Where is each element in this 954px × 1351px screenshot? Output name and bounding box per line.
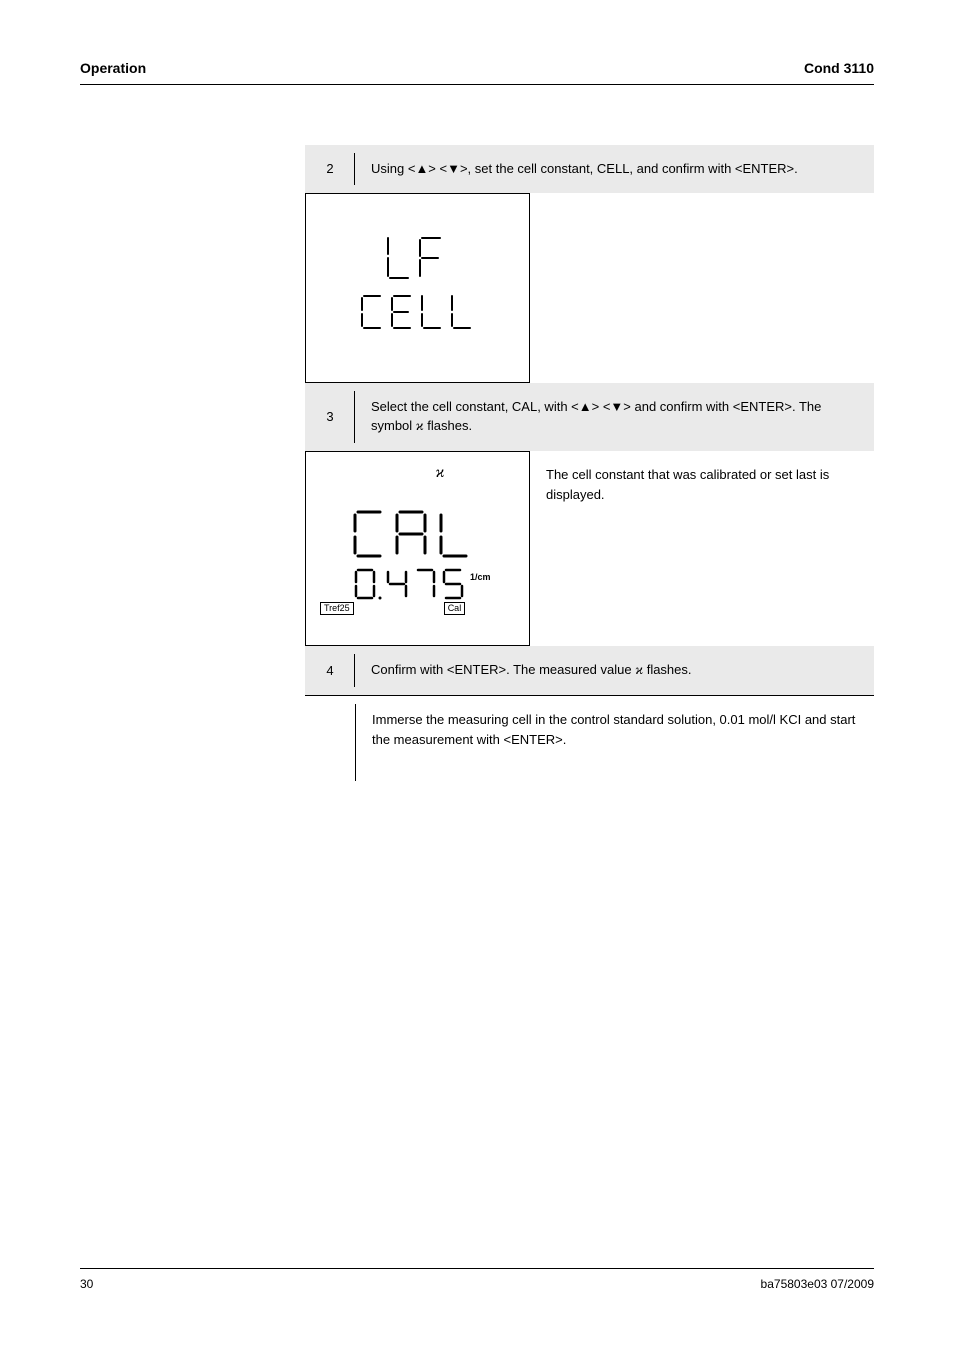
step-3-row: 3 Select the cell constant, CAL, with <▲… bbox=[305, 383, 874, 452]
cal-badge: Cal bbox=[444, 602, 466, 615]
badge-row: Tref25 Cal bbox=[320, 602, 465, 615]
display-1-row: LF CELL bbox=[305, 193, 874, 383]
step-number: 2 bbox=[305, 145, 355, 193]
footer-doc-id: ba75803e03 07/2009 bbox=[761, 1277, 874, 1291]
lcd-display-2: ϰ bbox=[305, 451, 530, 646]
page-header: Operation Cond 3110 bbox=[80, 60, 874, 85]
step-number: 4 bbox=[305, 646, 355, 695]
header-product-name: Cond 3110 bbox=[804, 60, 874, 76]
step-number: 3 bbox=[305, 383, 355, 452]
step-4-row: 4 Confirm with <ENTER>. The measured val… bbox=[305, 646, 874, 695]
kappa-symbol: ϰ bbox=[635, 663, 643, 678]
final-separator bbox=[355, 696, 356, 789]
step-2-row: 2 Using <▲> <▼>, set the cell constant, … bbox=[305, 145, 874, 193]
step-number-text: 3 bbox=[326, 409, 333, 424]
step-3-text-after: flashes. bbox=[427, 418, 472, 433]
final-instruction-block: Immerse the measuring cell in the contro… bbox=[305, 695, 874, 789]
step-4-text-before: Confirm with <ENTER>. The measured value bbox=[371, 662, 635, 677]
display-2-row: ϰ bbox=[305, 451, 874, 646]
unit-label: 1/cm bbox=[470, 572, 491, 582]
step-number-text: 4 bbox=[326, 663, 333, 678]
step-3-text: Select the cell constant, CAL, with <▲> … bbox=[355, 383, 874, 452]
step-4-text-after: flashes. bbox=[647, 662, 692, 677]
kappa-symbol: ϰ bbox=[416, 419, 424, 434]
display-2-side-text: The cell constant that was calibrated or… bbox=[530, 451, 874, 646]
display-1-side bbox=[530, 193, 874, 383]
final-instruction-text: Immerse the measuring cell in the contro… bbox=[356, 696, 874, 789]
lcd-cal-graphic: 1/cm bbox=[328, 504, 508, 614]
footer-page-number: 30 bbox=[80, 1277, 93, 1291]
step-2-text: Using <▲> <▼>, set the cell constant, CE… bbox=[355, 145, 874, 193]
lcd-display-1: LF CELL bbox=[305, 193, 530, 383]
lcd-lf-cell-graphic bbox=[348, 228, 488, 348]
tref25-badge: Tref25 bbox=[320, 602, 354, 615]
final-left-spacer bbox=[305, 696, 355, 789]
step-number-text: 2 bbox=[326, 161, 333, 176]
kappa-icon: ϰ bbox=[436, 464, 445, 482]
page-footer: 30 ba75803e03 07/2009 bbox=[80, 1268, 874, 1291]
step-4-text: Confirm with <ENTER>. The measured value… bbox=[355, 646, 874, 695]
header-section-title: Operation bbox=[80, 60, 146, 76]
